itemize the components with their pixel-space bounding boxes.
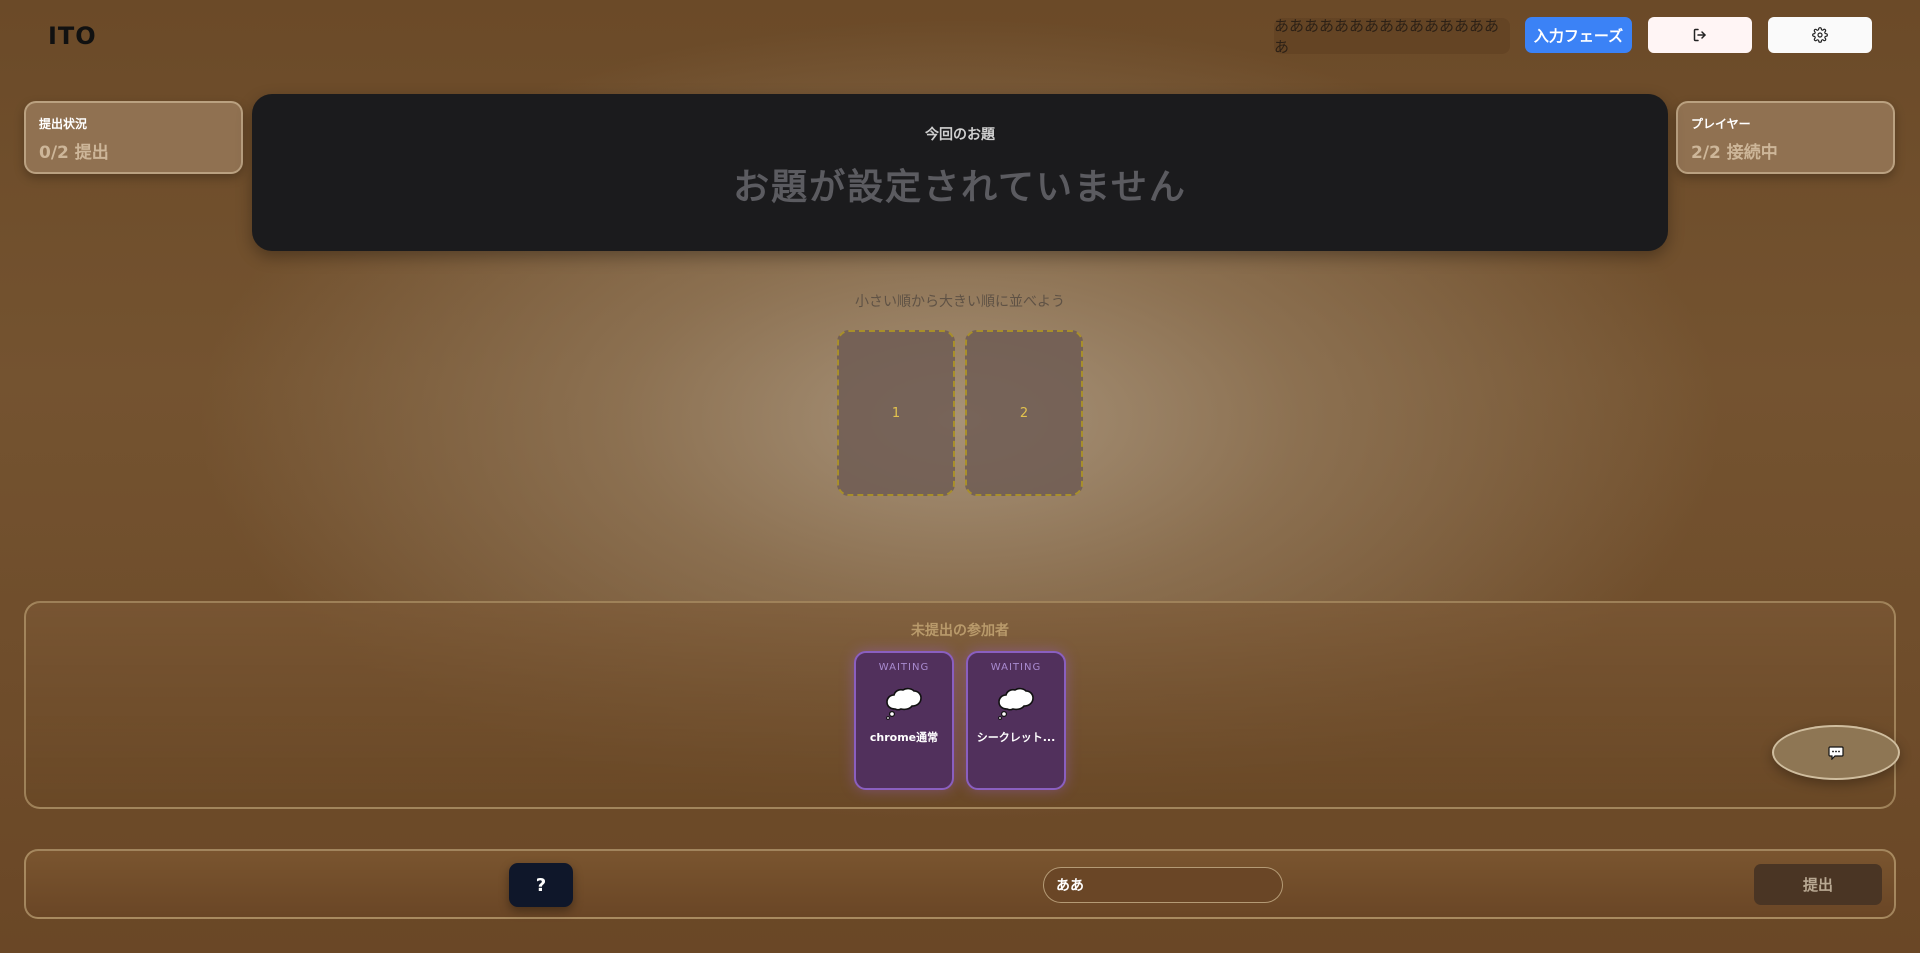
logout-button[interactable] [1648,17,1752,53]
logout-icon [1693,28,1706,42]
pending-players-title: 未提出の参加者 [911,623,1009,639]
submission-status-value: 0/2 提出 [39,143,109,163]
player-status-title: プレイヤー [1691,117,1751,131]
topic-label: 今回のお題 [925,127,995,143]
chat-button[interactable] [1772,725,1900,780]
thought-bubble-icon [998,687,1034,720]
player-status-label: WAITING [990,662,1042,673]
topic-title: お題が設定されていません [733,167,1187,208]
submission-status-title: 提出状況 [39,117,88,131]
app-logo: ITO [48,22,97,50]
player-name: シークレット... [976,731,1056,744]
settings-button[interactable] [1768,17,1872,53]
topic-panel: 今回のお題 お題が設定されていません [252,94,1668,251]
help-button[interactable]: ? [509,863,573,907]
waiting-player-card: WAITING シークレット... [966,651,1066,790]
input-phase-button[interactable]: 入力フェーズ [1525,17,1632,53]
player-status-label: WAITING [878,662,930,673]
username-display: ああああああああああああああああ [1274,17,1510,56]
player-status-card: プレイヤー 2/2 接続中 [1676,101,1895,174]
player-name: chrome通常 [869,731,939,744]
thought-bubble-icon [886,687,922,720]
card-slot-1[interactable]: 1 [837,330,955,496]
submission-status-card: 提出状況 0/2 提出 [24,101,243,174]
chat-icon [1828,745,1844,760]
submit-button[interactable]: 提出 [1754,864,1882,905]
answer-input[interactable] [1043,867,1283,903]
card-slot-2[interactable]: 2 [965,330,1083,496]
waiting-player-card: WAITING chrome通常 [854,651,954,790]
player-status-value: 2/2 接続中 [1691,143,1778,163]
order-instruction: 小さい順から大きい順に並べよう [855,294,1065,310]
bottom-bar [24,849,1896,919]
gear-icon [1812,27,1828,43]
